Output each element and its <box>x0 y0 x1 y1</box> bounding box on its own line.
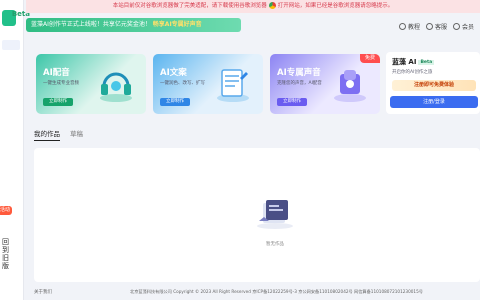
help-icon <box>398 23 406 30</box>
document-illustration-icon <box>217 69 249 102</box>
banner-highlight: 畅享AI专属好声音 <box>152 21 202 28</box>
vip-label: 会员 <box>461 24 474 31</box>
make-now-button[interactable]: 立即制作 <box>277 98 307 106</box>
register-promo[interactable]: 注册即可免费体验 <box>392 80 476 91</box>
card-title: AI配音 <box>43 68 70 78</box>
card-ai-copywriting[interactable]: AI文案 一键润色、改写、扩写 立即制作 <box>153 54 263 114</box>
tab-my-works[interactable]: 我的作品 <box>34 128 60 141</box>
login-subtitle: 开启你的AI创作之旅 <box>392 70 433 75</box>
tutorial-label: 教程 <box>407 24 420 31</box>
tab-drafts[interactable]: 草稿 <box>70 128 83 141</box>
back-to-old-version[interactable]: 回到旧版 <box>2 238 12 270</box>
make-now-button[interactable]: 立即制作 <box>160 98 190 106</box>
tutorial-link[interactable]: 教程 <box>398 22 420 31</box>
promo-banner[interactable]: 蓝藻AI创作节正式上线啦！共享亿元奖金池！ 畅享AI专属好声音 <box>26 18 241 32</box>
works-tabs: 我的作品 草稿 <box>34 128 83 141</box>
vip-link[interactable]: 会员 <box>452 22 474 31</box>
card-title: AI文案 <box>160 68 187 78</box>
header-links: 教程 客服 会员 <box>398 22 474 31</box>
free-badge: 免费 <box>360 54 380 63</box>
voice-clone-illustration-icon <box>334 70 366 102</box>
card-title: AI专属声音 <box>277 68 321 78</box>
login-brand-name: 蓝藻 AI <box>392 58 417 66</box>
login-panel: 蓝藻 AI Beta 开启你的AI创作之旅 注册即可免费体验 注册/登录 <box>386 52 480 114</box>
card-ai-dubbing[interactable]: AI配音 一键生成专业音频 立即制作 <box>36 54 146 114</box>
support-label: 客服 <box>434 24 447 31</box>
register-login-button[interactable]: 注册/登录 <box>390 96 478 108</box>
sidebar-activity-badge[interactable]: 活动 <box>0 206 12 215</box>
headset-icon <box>425 23 433 30</box>
notice-text-after: 打开网站，如果已经是谷歌浏览器请忽略提示。 <box>277 3 394 9</box>
card-subtitle: 克隆您的声音，AI配音 <box>277 81 322 86</box>
card-subtitle: 一键润色、改写、扩写 <box>160 81 205 86</box>
login-beta-tag: Beta <box>418 59 435 65</box>
crown-icon <box>452 23 460 30</box>
sidebar: 活动 回到旧版 <box>0 0 24 300</box>
empty-state-icon <box>257 200 293 229</box>
footer-copyright: 北京蓝藻科技有限公司 Copyright © 2023 All Right Re… <box>130 289 423 294</box>
about-us-link[interactable]: 关于我们 <box>34 289 52 295</box>
support-link[interactable]: 客服 <box>425 22 447 31</box>
notice-text-before: 本站目前仅对谷歌浏览器做了完美适配，请下载使用谷歌浏览器 <box>112 3 267 9</box>
headphones-illustration-icon <box>100 72 132 102</box>
make-now-button[interactable]: 立即制作 <box>43 98 73 106</box>
browser-notice: 本站目前仅对谷歌浏览器做了完美适配，请下载使用谷歌浏览器 打开网站，如果已经是谷歌… <box>26 0 480 13</box>
chrome-icon <box>268 2 276 9</box>
empty-state-text: 暂无作品 <box>266 242 284 247</box>
card-ai-voice-clone[interactable]: 免费 AI专属声音 克隆您的声音，AI配音 立即制作 <box>270 54 380 114</box>
card-subtitle: 一键生成专业音频 <box>43 81 79 86</box>
sidebar-item-home[interactable] <box>2 40 20 50</box>
banner-text: 蓝藻AI创作节正式上线啦！共享亿元奖金池！ <box>31 21 151 28</box>
